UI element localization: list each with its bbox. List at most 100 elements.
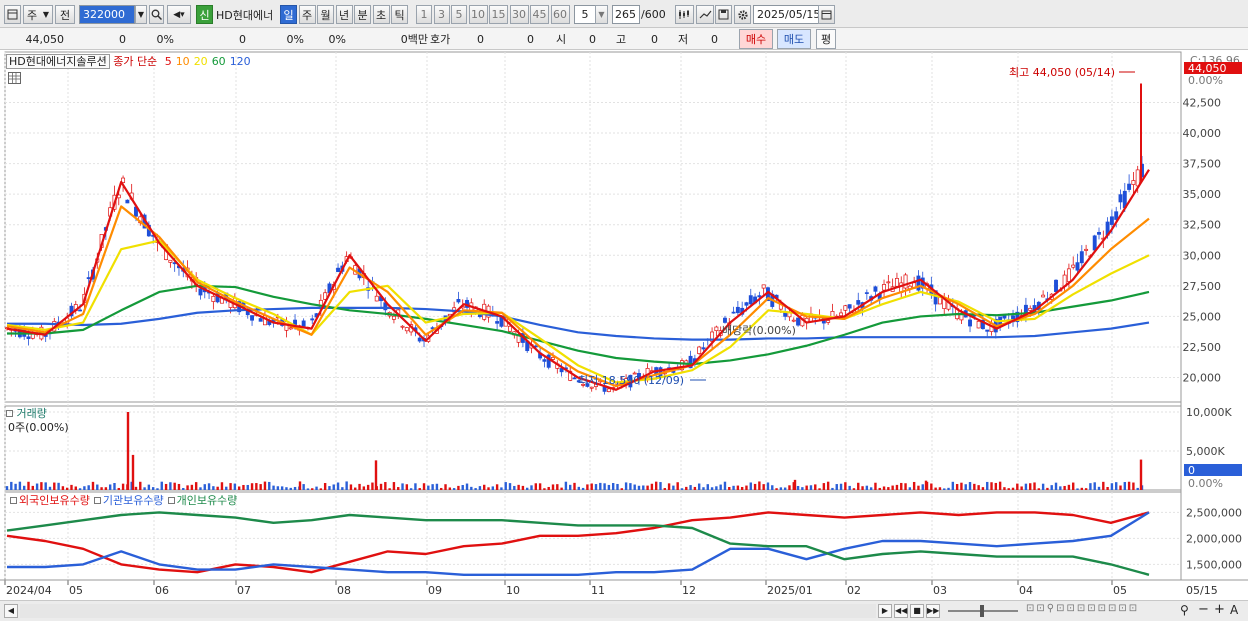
volume-bar — [569, 484, 572, 490]
volume-bar — [955, 484, 959, 490]
holder-toggle-2[interactable] — [167, 497, 175, 504]
interval-select[interactable]: 5 — [574, 5, 596, 24]
high-annotation: 최고 44,050 (05/14) — [1009, 66, 1115, 79]
volume-bar — [70, 484, 73, 490]
volume-bar — [199, 487, 202, 490]
stock-code-input[interactable]: 322000 — [79, 5, 135, 24]
candle-body — [508, 325, 512, 332]
volume-bar — [805, 485, 808, 490]
new-button[interactable]: 신 — [196, 5, 213, 24]
candle-body — [250, 315, 255, 321]
volume-spike-bar — [924, 480, 928, 490]
volume-bar — [366, 484, 370, 490]
volume-bar — [689, 485, 692, 490]
play-icon[interactable]: ▶▶ — [926, 604, 940, 618]
volume-bar — [418, 488, 421, 490]
candle-body — [731, 311, 736, 314]
interval-button-3[interactable]: 10 — [468, 5, 488, 24]
volume-bar — [719, 484, 722, 490]
rewind-icon[interactable]: ◀◀ — [894, 604, 908, 618]
scroll-right-icon[interactable]: ▶ — [878, 604, 892, 618]
candle-body — [417, 337, 422, 342]
stock-chart[interactable]: 42,500 40,000 37,500 35,000 32,500 30,000 27,5… — [0, 50, 1248, 600]
count-input[interactable]: 265 — [612, 5, 640, 24]
candle-body — [864, 292, 869, 294]
volume-bar — [934, 487, 937, 490]
layout-icon[interactable] — [4, 5, 21, 24]
interval-button-6[interactable]: 45 — [530, 5, 549, 24]
scroll-left-icon[interactable]: ◀ — [4, 604, 18, 618]
zoom-icon[interactable]: ⚲ — [1180, 603, 1194, 617]
volume-bar — [1016, 483, 1019, 490]
period-tab-6[interactable]: 틱 — [391, 5, 408, 24]
holder-toggle-0[interactable] — [10, 497, 17, 504]
grid-icon[interactable] — [8, 72, 21, 84]
holder-toggle-1[interactable] — [93, 497, 101, 504]
stop-icon[interactable]: ■ — [910, 604, 924, 618]
gear-icon[interactable] — [734, 5, 751, 24]
plus-icon[interactable]: + — [1214, 602, 1226, 617]
candle-body — [882, 284, 886, 291]
scrollbar-track[interactable] — [20, 604, 876, 618]
interval-button-4[interactable]: 15 — [489, 5, 508, 24]
period-tab-1[interactable]: 주 — [298, 5, 316, 24]
buy-button[interactable]: 매수 — [739, 29, 773, 49]
volume-bar — [444, 484, 447, 490]
volume-bar — [1097, 486, 1101, 490]
period-tab-2[interactable]: 월 — [317, 5, 334, 24]
volume-bar — [534, 483, 538, 490]
speaker-icon[interactable]: ◀▾ — [167, 5, 191, 24]
interval-button-2[interactable]: 5 — [451, 5, 467, 24]
chart-area[interactable]: 42,500 40,000 37,500 35,000 32,500 30,000 27,5… — [0, 50, 1248, 600]
volume-bar — [917, 485, 920, 490]
date-tick-label: 06 — [155, 584, 169, 597]
volume-bar — [186, 485, 189, 490]
minus-icon[interactable]: − — [1198, 602, 1210, 617]
eval-button[interactable]: 평 — [816, 29, 836, 49]
volume-bar — [676, 482, 679, 490]
period-tab-0[interactable]: 일 — [280, 5, 297, 24]
chevron-down-icon: ▼ — [42, 10, 49, 19]
candle-body — [168, 259, 173, 263]
sell-button[interactable]: 매도 — [777, 29, 811, 49]
interval-button-7[interactable]: 60 — [550, 5, 570, 24]
interval-button-0[interactable]: 1 — [416, 5, 432, 24]
price-tick-label: 40,000 — [1183, 127, 1222, 140]
volume-bar — [538, 483, 542, 490]
high-label: 고 — [616, 33, 627, 46]
volume-bar — [1136, 487, 1139, 490]
volume-bar — [139, 481, 142, 490]
type-select[interactable]: 주 ▼ — [23, 5, 53, 24]
chart-type-icon[interactable] — [675, 5, 694, 24]
period-tab-3[interactable]: 년 — [335, 5, 353, 24]
trend-line-icon[interactable] — [696, 5, 714, 24]
toolbar: 주 ▼ 전 322000 ▼ ◀▾ 신 HD현대에너 일주월년분초틱 1 3 5 10 1… — [0, 0, 1248, 28]
volume-bar — [611, 483, 615, 490]
period-tab-5[interactable]: 초 — [372, 5, 390, 24]
interval-button-1[interactable]: 3 — [433, 5, 450, 24]
auto-scale-icon[interactable]: A — [1230, 603, 1242, 617]
prev-button[interactable]: 전 — [55, 5, 75, 24]
interval-button-5[interactable]: 30 — [509, 5, 529, 24]
interval-dropdown-icon[interactable]: ▼ — [595, 5, 608, 24]
volume-bar — [526, 487, 529, 490]
volume-bar — [740, 486, 744, 490]
volume-value: 0 — [239, 32, 246, 46]
volume-bar — [783, 487, 787, 490]
period-tab-4[interactable]: 분 — [354, 5, 371, 24]
volume-bar — [895, 484, 899, 490]
save-icon[interactable] — [715, 5, 732, 24]
volume-bar — [697, 483, 701, 490]
candle-body — [301, 320, 306, 327]
volume-bar — [826, 481, 830, 490]
code-dropdown-icon[interactable]: ▼ — [135, 5, 147, 24]
calendar-icon[interactable] — [818, 5, 835, 24]
volume-bar — [435, 483, 439, 490]
search-icon[interactable] — [149, 5, 164, 24]
drawing-tools-icon[interactable]: ⊡⊡⚲⊡⊡⊡⊡⊡⊡⊡⊡ — [1026, 603, 1186, 619]
dividend-annotation: 배당락(0.00%) — [722, 324, 796, 337]
holder-tick-label: 2,000,000 — [1186, 532, 1242, 545]
volume-bar — [646, 485, 649, 490]
zoom-slider-handle[interactable] — [980, 605, 984, 617]
date-input[interactable]: 2025/05/15 — [753, 5, 819, 24]
